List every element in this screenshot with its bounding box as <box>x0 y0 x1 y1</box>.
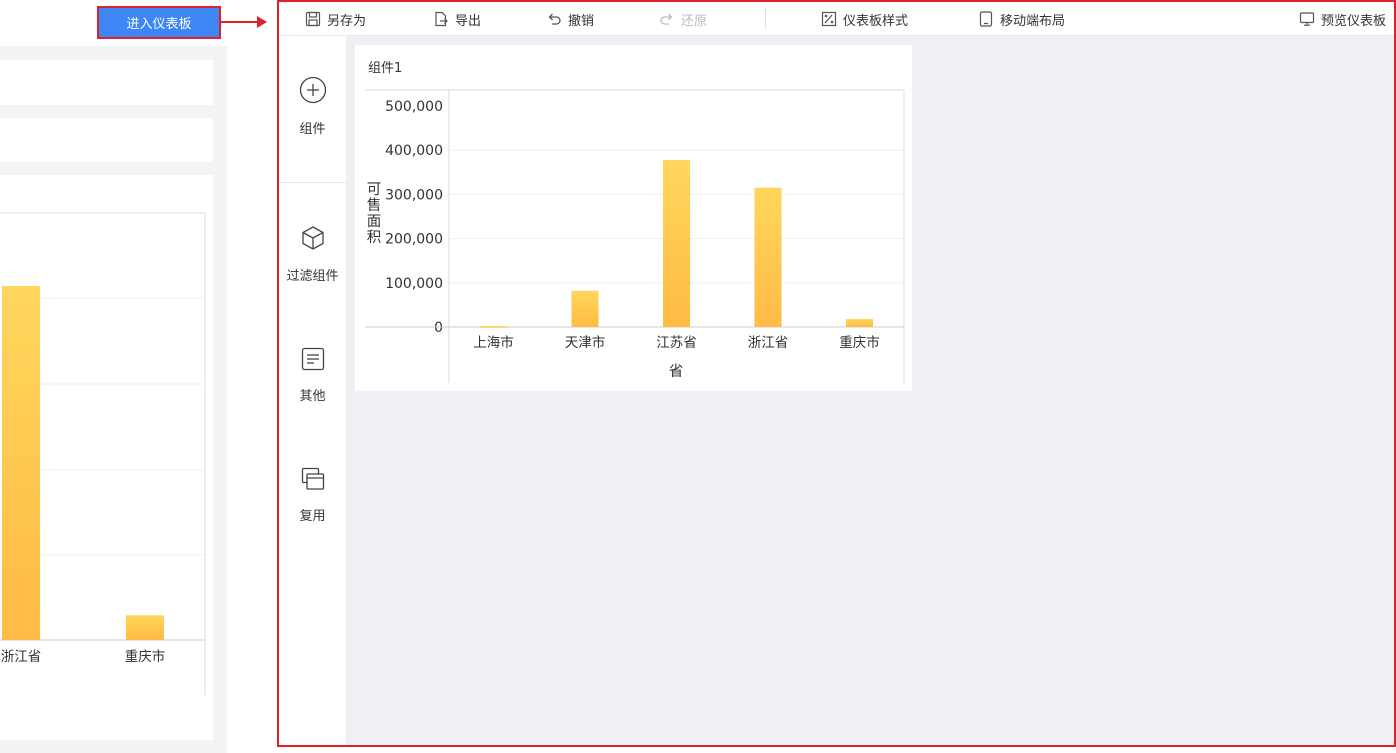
mobile-layout-button[interactable]: 移动端布局 <box>978 2 1065 36</box>
save-icon <box>305 11 321 27</box>
mobile-layout-label: 移动端布局 <box>1000 13 1066 29</box>
enter-dashboard-button[interactable]: 进入仪表板 <box>97 6 221 39</box>
toolbar-divider <box>765 9 766 29</box>
tablet-icon <box>979 11 993 27</box>
bar <box>480 326 507 328</box>
copy-window-icon <box>301 467 324 490</box>
sidebar-item-other[interactable]: 其他 <box>279 347 346 404</box>
left-config-panel: 浙江省 重庆市 <box>0 0 227 753</box>
y-tick-label: 100,000 <box>385 276 443 292</box>
y-tick-label: 200,000 <box>385 232 443 248</box>
component-sidebar: 组件 过滤组件 其他 复用 <box>279 36 346 745</box>
widget-title: 组件1 <box>368 61 403 76</box>
bar <box>2 286 40 640</box>
y-tick-label: 300,000 <box>385 187 443 203</box>
x-tick-label: 浙江省 <box>748 335 789 351</box>
y-tick-label: 400,000 <box>385 143 443 159</box>
redo-label: 还原 <box>681 13 708 29</box>
chart-widget[interactable]: 0 100,000 200,000 300,000 400,000 500,000 上海市 天… <box>355 45 912 391</box>
sidebar-item-label: 复用 <box>299 509 326 524</box>
x-tick-label: 天津市 <box>565 334 606 351</box>
bar <box>754 187 782 327</box>
x-tick-label: 江苏省 <box>656 335 697 351</box>
sidebar-item-filter-components[interactable]: 过滤组件 <box>279 225 346 284</box>
text-box-icon <box>301 347 324 371</box>
save-as-button[interactable]: 另存为 <box>305 2 366 36</box>
cube-icon <box>301 226 324 250</box>
undo-button[interactable]: 撤销 <box>546 2 594 36</box>
y-tick-label: 0 <box>434 320 443 336</box>
x-tick-label: 重庆市 <box>839 334 880 351</box>
bar <box>126 615 164 640</box>
dashboard-style-label: 仪表板样式 <box>843 13 909 29</box>
left-field-row[interactable] <box>0 60 213 105</box>
palette-icon <box>821 11 837 27</box>
y-axis-label-char: 售 <box>367 197 382 214</box>
y-tick-label: 500,000 <box>385 99 443 115</box>
redo-icon <box>660 13 673 25</box>
x-tick-label: 上海市 <box>473 334 514 351</box>
y-axis-label-char: 积 <box>367 229 382 246</box>
y-axis-label-char: 可 <box>367 182 382 198</box>
add-circle-icon <box>299 76 326 104</box>
x-tick-label: 重庆市 <box>125 648 166 665</box>
left-bar-chart: 浙江省 重庆市 <box>0 212 206 695</box>
sidebar-item-label: 过滤组件 <box>286 269 339 284</box>
dashboard-editor: 另存为 导出 撤销 还原 仪表板样式 移动端布局 预览仪表板 组件 过滤组件 其… <box>277 0 1396 747</box>
monitor-icon <box>1299 12 1315 26</box>
bar <box>846 319 873 327</box>
sidebar-item-components[interactable]: 组件 <box>279 76 346 137</box>
export-button[interactable]: 导出 <box>433 2 481 36</box>
sidebar-item-label: 其他 <box>299 389 326 404</box>
widget-bar-chart: 0 100,000 200,000 300,000 400,000 500,000 上海市 天… <box>365 89 905 383</box>
export-icon <box>435 11 448 27</box>
preview-dashboard-button[interactable]: 预览仪表板 <box>1299 2 1386 36</box>
x-tick-label: 浙江省 <box>1 649 42 665</box>
export-label: 导出 <box>455 13 482 29</box>
save-as-label: 另存为 <box>327 13 367 29</box>
left-field-row[interactable] <box>0 118 213 162</box>
sidebar-divider <box>279 182 346 183</box>
x-axis-label: 省 <box>669 363 684 380</box>
bar <box>571 290 599 327</box>
undo-icon <box>548 13 561 25</box>
dashboard-style-button[interactable]: 仪表板样式 <box>821 2 908 36</box>
redo-button[interactable]: 还原 <box>659 2 707 36</box>
y-axis-label-char: 面 <box>367 214 382 230</box>
undo-label: 撤销 <box>568 13 595 29</box>
sidebar-item-label: 组件 <box>299 122 326 137</box>
editor-toolbar: 另存为 导出 撤销 还原 仪表板样式 移动端布局 预览仪表板 <box>279 2 1394 36</box>
preview-dashboard-label: 预览仪表板 <box>1321 13 1387 29</box>
arrow-annotation <box>221 16 267 28</box>
sidebar-item-reuse[interactable]: 复用 <box>279 467 346 524</box>
left-chart-preview: 浙江省 重庆市 <box>0 175 213 740</box>
bar <box>663 159 690 327</box>
